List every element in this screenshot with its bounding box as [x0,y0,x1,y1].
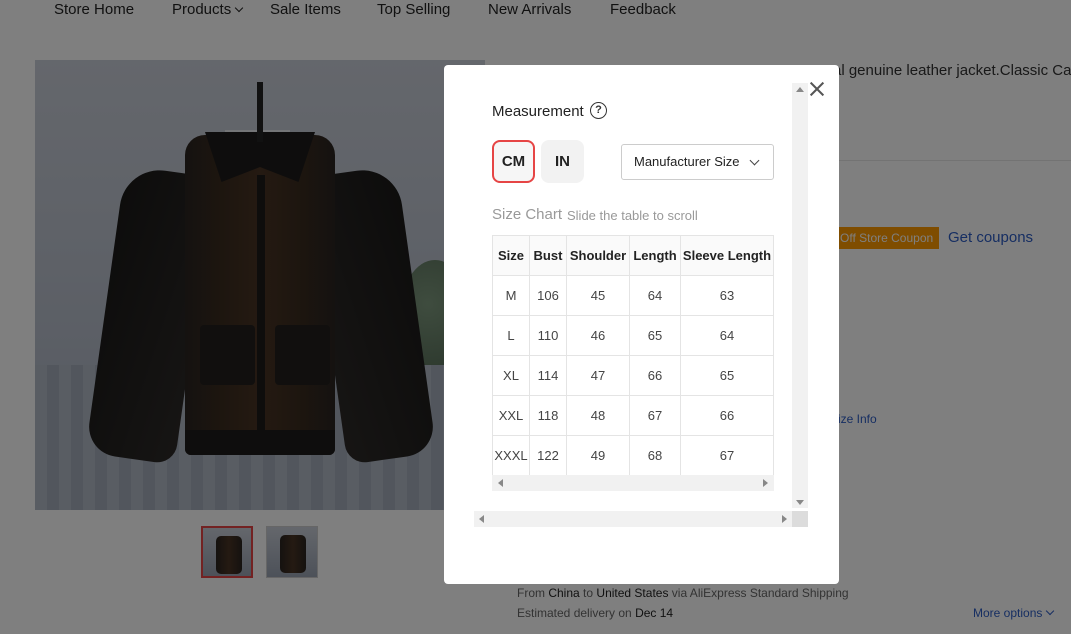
cell-size: XXXL [492,435,530,476]
size-chart-title: Size Chart [492,206,563,223]
size-chart-modal: Measurement ? CM IN Manufacturer Size Si… [444,65,839,584]
cell-bust: 122 [529,435,567,476]
table-row: M 106 45 64 63 [492,275,774,316]
cell-shoulder: 48 [566,395,630,436]
table-row: XXL 118 48 67 66 [492,395,774,436]
cell-bust: 118 [529,395,567,436]
cell-size: L [492,315,530,356]
scroll-right-icon[interactable] [763,479,768,487]
scroll-left-icon[interactable] [498,479,503,487]
scroll-down-icon[interactable] [796,500,804,505]
table-row: XL 114 47 66 65 [492,355,774,396]
table-row: XXXL 122 49 68 67 [492,435,774,476]
header-shoulder: Shoulder [566,235,630,276]
table-row: L 110 46 65 64 [492,315,774,356]
size-table: Size Bust Shoulder Length Sleeve Length … [492,235,774,476]
size-type-value: Manufacturer Size [634,154,740,169]
header-size: Size [492,235,530,276]
size-chart-hint: Slide the table to scroll [567,208,698,223]
cell-sleeve-length: 65 [680,355,774,396]
scroll-up-icon[interactable] [796,87,804,92]
header-length: Length [629,235,681,276]
header-bust: Bust [529,235,567,276]
cell-shoulder: 49 [566,435,630,476]
modal-horizontal-scrollbar[interactable] [474,511,792,527]
table-header-row: Size Bust Shoulder Length Sleeve Length [492,235,774,276]
modal-vertical-scrollbar[interactable] [792,83,808,508]
cell-size: XL [492,355,530,396]
help-icon[interactable]: ? [590,102,607,119]
cell-bust: 114 [529,355,567,396]
cell-length: 65 [629,315,681,356]
header-sleeve-length: Sleeve Length [680,235,774,276]
cell-shoulder: 45 [566,275,630,316]
unit-in-button[interactable]: IN [541,140,584,183]
cell-length: 68 [629,435,681,476]
cell-length: 67 [629,395,681,436]
scrollbar-corner [792,511,808,527]
cell-sleeve-length: 64 [680,315,774,356]
cell-shoulder: 46 [566,315,630,356]
cell-size: M [492,275,530,316]
unit-cm-button[interactable]: CM [492,140,535,183]
scroll-right-icon[interactable] [782,515,787,523]
scroll-left-icon[interactable] [479,515,484,523]
size-type-select[interactable]: Manufacturer Size [621,144,774,180]
chevron-down-icon [749,155,760,166]
size-table-container[interactable]: Size Bust Shoulder Length Sleeve Length … [492,235,774,491]
table-horizontal-scrollbar[interactable] [492,475,774,491]
cell-size: XXL [492,395,530,436]
close-icon[interactable] [808,80,826,98]
cell-sleeve-length: 63 [680,275,774,316]
cell-bust: 110 [529,315,567,356]
cell-sleeve-length: 67 [680,435,774,476]
cell-bust: 106 [529,275,567,316]
cell-length: 66 [629,355,681,396]
cell-shoulder: 47 [566,355,630,396]
cell-sleeve-length: 66 [680,395,774,436]
cell-length: 64 [629,275,681,316]
measurement-title: Measurement [492,103,584,120]
